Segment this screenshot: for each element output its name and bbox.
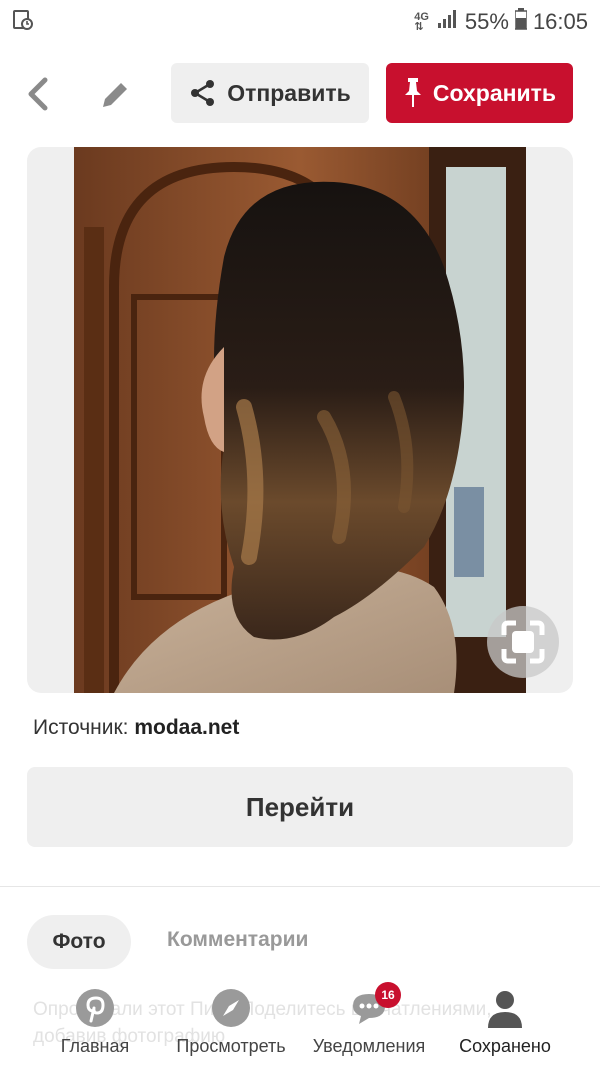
nav-notifications[interactable]: 16 Уведомления bbox=[308, 980, 430, 1066]
nav-home[interactable]: Главная bbox=[55, 980, 135, 1066]
visit-button[interactable]: Перейти bbox=[27, 767, 573, 847]
compass-icon bbox=[209, 986, 253, 1030]
pin-photo[interactable] bbox=[74, 147, 526, 693]
share-button[interactable]: Отправить bbox=[171, 63, 369, 123]
save-button[interactable]: Сохранить bbox=[386, 63, 573, 123]
nav-home-label: Главная bbox=[60, 1036, 130, 1056]
pin-image-card[interactable] bbox=[27, 147, 573, 693]
battery-icon bbox=[514, 8, 528, 36]
chevron-left-icon bbox=[28, 77, 48, 111]
network-type: 4G ⇅ bbox=[414, 11, 429, 33]
bottom-nav: Главная Просмотреть 16 Уведомления Сохра… bbox=[0, 980, 600, 1066]
visual-search-button[interactable] bbox=[487, 606, 559, 678]
lens-scan-icon bbox=[501, 620, 545, 664]
nav-saved[interactable]: Сохранено bbox=[455, 980, 555, 1066]
chat-bubble-icon: 16 bbox=[347, 982, 401, 1030]
signal-icon bbox=[437, 9, 459, 35]
pencil-icon bbox=[103, 80, 130, 107]
share-icon bbox=[191, 80, 215, 106]
person-icon bbox=[483, 986, 527, 1030]
action-bar: Отправить Сохранить bbox=[0, 62, 600, 124]
status-bar: 4G ⇅ 55% 16:05 bbox=[0, 0, 600, 44]
screen-record-icon bbox=[12, 9, 34, 36]
battery-level: 55% bbox=[464, 9, 509, 34]
divider bbox=[0, 886, 600, 887]
clock: 16:05 bbox=[532, 9, 588, 34]
nav-explore[interactable]: Просмотреть bbox=[172, 980, 290, 1066]
source-prefix: Источник: bbox=[33, 716, 129, 739]
source-link[interactable]: Источник: modaa.net bbox=[33, 716, 239, 740]
tab-photo[interactable]: Фото bbox=[27, 915, 131, 969]
pinterest-logo-icon bbox=[73, 986, 117, 1030]
nav-notifications-label: Уведомления bbox=[312, 1036, 426, 1056]
tab-comments[interactable]: Комментарии bbox=[167, 928, 308, 952]
notification-badge: 16 bbox=[375, 982, 401, 1008]
nav-saved-label: Сохранено bbox=[459, 1036, 551, 1056]
edit-button[interactable] bbox=[96, 74, 136, 114]
back-button[interactable] bbox=[20, 74, 56, 114]
share-label: Отправить bbox=[227, 79, 351, 106]
nav-explore-label: Просмотреть bbox=[176, 1036, 286, 1056]
source-domain: modaa.net bbox=[134, 716, 240, 739]
pushpin-icon bbox=[404, 78, 421, 107]
save-label: Сохранить bbox=[432, 79, 557, 106]
